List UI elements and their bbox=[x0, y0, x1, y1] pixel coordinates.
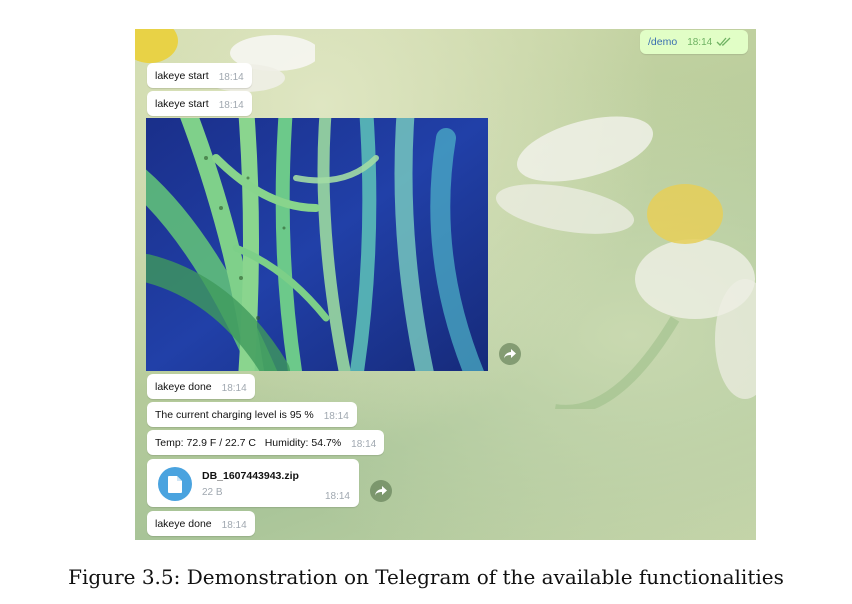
forward-button[interactable] bbox=[499, 343, 521, 365]
message-time: 18:14 bbox=[351, 439, 377, 450]
outgoing-command[interactable]: /demo bbox=[648, 36, 677, 48]
message-text: The current charging level is 95 % bbox=[155, 408, 314, 421]
flower-right bbox=[495, 116, 756, 409]
message-time: 18:14 bbox=[218, 72, 244, 83]
incoming-message[interactable]: lakeye start 18:14 bbox=[147, 91, 252, 116]
file-size: 22 B bbox=[202, 487, 223, 498]
outgoing-message[interactable]: /demo 18:14 bbox=[640, 30, 748, 54]
forward-button[interactable] bbox=[370, 480, 392, 502]
telegram-screenshot: /demo 18:14 lakeye start 18:14 lakeye st… bbox=[135, 29, 756, 540]
share-arrow-icon bbox=[375, 486, 387, 496]
figure-caption: Figure 3.5: Demonstration on Telegram of… bbox=[68, 565, 784, 589]
file-message[interactable]: DB_1607443943.zip 22 B 18:14 bbox=[147, 459, 359, 507]
file-download-button[interactable] bbox=[158, 467, 192, 501]
message-time: 18:14 bbox=[687, 36, 713, 48]
incoming-message[interactable]: lakeye start 18:14 bbox=[147, 63, 252, 88]
message-text: lakeye done bbox=[155, 517, 212, 530]
file-name[interactable]: DB_1607443943.zip bbox=[202, 470, 299, 482]
share-arrow-icon bbox=[504, 349, 516, 359]
message-text: lakeye start bbox=[155, 69, 209, 82]
message-time: 18:14 bbox=[221, 520, 247, 531]
message-time: 18:14 bbox=[218, 100, 244, 111]
message-time: 18:14 bbox=[323, 411, 349, 422]
photo-message[interactable] bbox=[146, 118, 488, 371]
incoming-message[interactable]: lakeye done 18:14 bbox=[147, 374, 255, 399]
message-text: lakeye start bbox=[155, 97, 209, 110]
message-text: lakeye done bbox=[155, 380, 212, 393]
message-time: 18:14 bbox=[324, 491, 350, 502]
plant-photo bbox=[146, 118, 488, 371]
double-check-icon bbox=[716, 37, 731, 46]
incoming-message[interactable]: Temp: 72.9 F / 22.7 C Humidity: 54.7% 18… bbox=[147, 430, 385, 455]
incoming-message[interactable]: lakeye done 18:14 bbox=[147, 511, 255, 536]
message-text: Temp: 72.9 F / 22.7 C Humidity: 54.7% bbox=[155, 436, 342, 449]
message-time: 18:14 bbox=[221, 383, 247, 394]
document-icon bbox=[168, 475, 182, 493]
incoming-message[interactable]: The current charging level is 95 % 18:14 bbox=[147, 402, 357, 427]
